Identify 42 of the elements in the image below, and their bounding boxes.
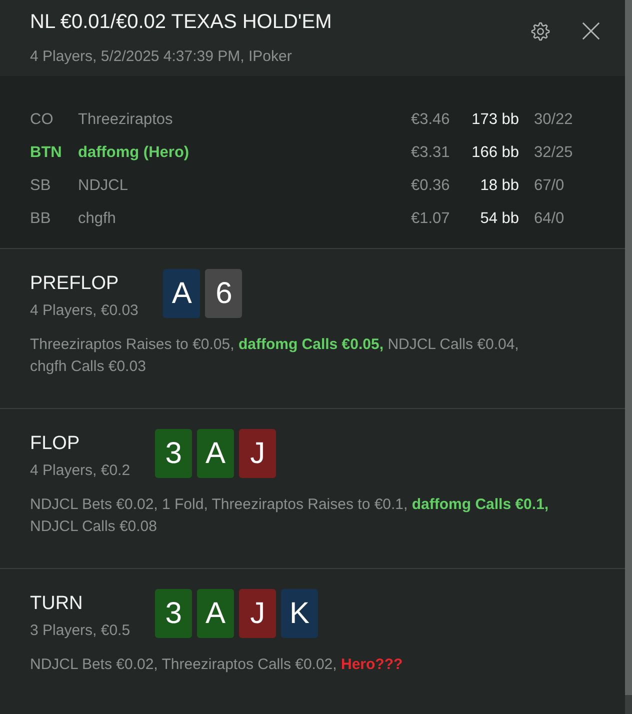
stack-in-big-blinds: 54 bb [479, 210, 519, 228]
player-stats: 32/25 [533, 144, 574, 162]
street-summary: 4 Players, €0.03 [30, 301, 138, 321]
stack-amount: €0.36 [411, 176, 451, 194]
action-log: NDJCL Bets €0.02, Threeziraptos Calls €0.02, Hero??? [30, 655, 404, 675]
playing-card: K [281, 589, 318, 638]
player-position: CO [30, 110, 54, 128]
playing-card: A [197, 589, 234, 638]
player-position: BTN [30, 144, 63, 162]
playing-card: A [197, 429, 234, 478]
stack-in-big-blinds: 173 bb [470, 110, 519, 128]
stack-amount: €3.46 [411, 110, 451, 128]
stack-amount: €3.31 [411, 144, 451, 162]
street-name: FLOP [30, 432, 81, 456]
hand-info: 4 Players, 5/2/2025 4:37:39 PM, IPoker [30, 47, 293, 67]
stack-in-big-blinds: 166 bb [470, 144, 519, 162]
player-name: chgfh [78, 210, 117, 228]
player-stats: 67/0 [533, 176, 566, 194]
playing-card: 6 [205, 269, 242, 318]
player-position: SB [30, 176, 52, 194]
playing-card: J [239, 589, 276, 638]
player-stats: 30/22 [533, 110, 574, 128]
playing-card: 3 [155, 429, 192, 478]
window-title: NL €0.01/€0.02 TEXAS HOLD'EM [30, 10, 333, 35]
stack-in-big-blinds: 18 bb [479, 176, 519, 194]
stack-amount: €1.07 [411, 210, 451, 228]
action-log: Threeziraptos Raises to €0.05, daffomg Calls €0.05, NDJCL Calls €0.04, chgfh Calls €0.03 [30, 335, 520, 377]
playing-card: 3 [155, 589, 192, 638]
street-name: TURN [30, 592, 84, 616]
player-name: daffomg (Hero) [78, 144, 190, 162]
player-stats: 64/0 [533, 210, 566, 228]
player-name: Threeziraptos [78, 110, 174, 128]
close-icon[interactable] [582, 22, 600, 40]
playing-card: J [239, 429, 276, 478]
settings-icon[interactable] [531, 22, 550, 41]
action-log: NDJCL Bets €0.02, 1 Fold, Threeziraptos Raises to €0.1, daffomg Calls €0.1, NDJCL Calls €0.08 [30, 495, 550, 537]
street-summary: 3 Players, €0.5 [30, 621, 130, 641]
playing-card: A [163, 269, 200, 318]
street-summary: 4 Players, €0.2 [30, 461, 130, 481]
street-name: PREFLOP [30, 272, 120, 296]
player-position: BB [30, 210, 52, 228]
player-name: NDJCL [78, 176, 129, 194]
